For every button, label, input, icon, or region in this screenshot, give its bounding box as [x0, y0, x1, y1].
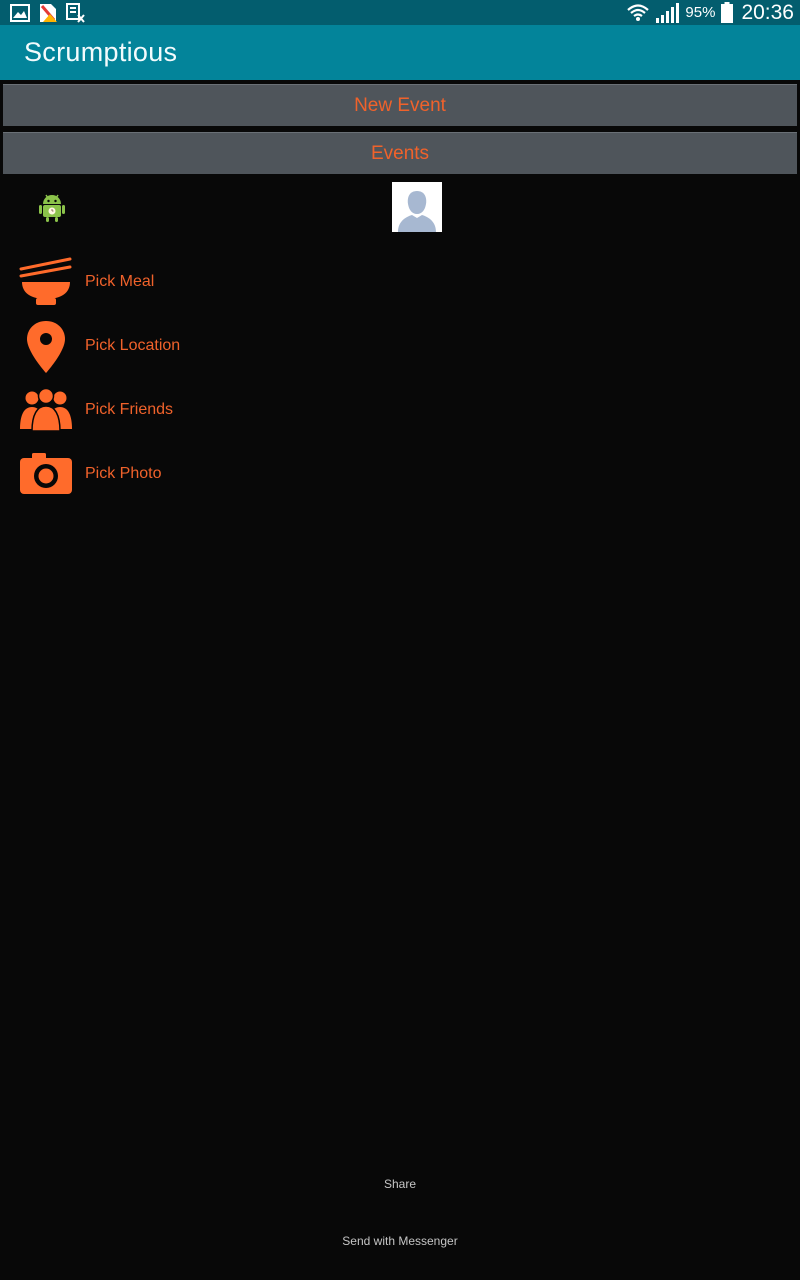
no-sim-warning-icon	[40, 4, 57, 22]
location-pin-icon	[27, 321, 65, 373]
pick-location-label: Pick Location	[85, 337, 181, 354]
camera-icon	[20, 453, 72, 494]
screenshot-doc-icon	[66, 3, 85, 23]
signal-icon	[656, 2, 680, 23]
pick-photo-row[interactable]: Pick Photo	[18, 447, 418, 503]
battery-icon	[721, 2, 734, 23]
clock: 20:36	[741, 0, 794, 24]
pick-photo-label: Pick Photo	[85, 465, 162, 482]
bowl-chopsticks-icon	[19, 257, 72, 305]
send-with-messenger-button[interactable]: Send with Messenger	[0, 1234, 800, 1248]
pick-location-row[interactable]: Pick Location	[18, 319, 418, 375]
pick-meal-row[interactable]: Pick Meal	[18, 255, 418, 311]
friends-icon	[20, 387, 72, 432]
share-button[interactable]: Share	[0, 1177, 800, 1191]
android-icon	[39, 194, 65, 222]
default-avatar-icon	[392, 182, 442, 232]
app-screen: 95% 20:36 Scrumptious New Event Events P…	[0, 0, 800, 1280]
pick-meal-label: Pick Meal	[85, 273, 155, 290]
gallery-icon	[10, 4, 30, 22]
system-status-area: 95% 20:36	[627, 0, 794, 25]
pick-friends-label: Pick Friends	[85, 401, 174, 418]
profile-picture[interactable]	[392, 182, 442, 232]
pick-friends-row[interactable]: Pick Friends	[18, 383, 418, 439]
new-event-button[interactable]: New Event	[3, 84, 797, 126]
battery-percent: 95%	[685, 4, 716, 21]
app-title: Scrumptious	[24, 37, 178, 67]
notification-area	[10, 3, 86, 23]
wifi-icon	[627, 3, 650, 21]
action-bar: Scrumptious	[0, 25, 800, 80]
events-button[interactable]: Events	[3, 132, 797, 174]
status-bar: 95% 20:36	[0, 0, 800, 25]
